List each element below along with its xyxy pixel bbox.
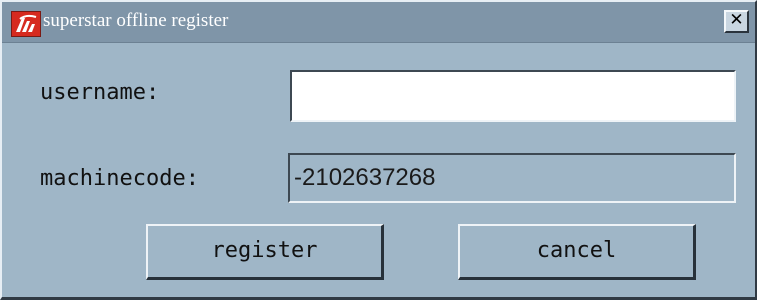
close-button[interactable]: ✕ [724,10,749,33]
username-label: username: [40,80,160,105]
cancel-button[interactable]: cancel [458,224,696,280]
close-icon: ✕ [729,10,744,30]
register-dialog: superstar offline register ✕ username: m… [0,0,757,300]
title-bar[interactable]: superstar offline register ✕ [2,2,755,43]
machinecode-label: machinecode: [40,166,199,191]
register-button[interactable]: register [146,224,384,280]
machinecode-field[interactable]: -2102637268 [288,153,736,203]
username-input[interactable] [290,70,736,122]
window-title: superstar offline register [43,10,229,31]
superstar-logo-icon [11,11,41,37]
